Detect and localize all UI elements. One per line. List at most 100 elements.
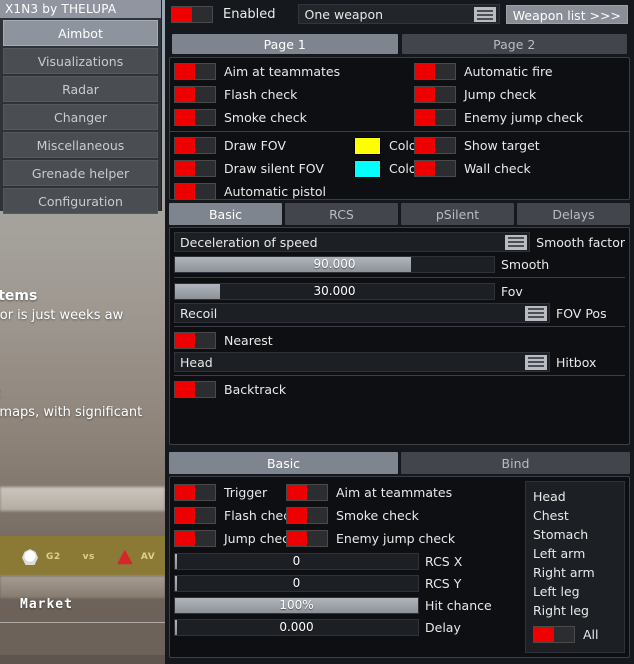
slider-delay[interactable]: 0.000 xyxy=(174,618,419,636)
checkbox-trigger-jump-check[interactable]: Jump check xyxy=(174,530,296,547)
checkbox-jump-check[interactable]: Jump check xyxy=(414,86,536,103)
sidebar-item-aimbot[interactable]: Aimbot xyxy=(3,20,158,46)
toggle-icon[interactable] xyxy=(286,507,328,524)
toggle-icon[interactable] xyxy=(414,160,456,177)
toggle-icon[interactable] xyxy=(174,484,216,501)
toggle-icon[interactable] xyxy=(174,160,216,177)
toggle-icon[interactable] xyxy=(414,137,456,154)
top-toolbar: Enabled One weapon Weapon list >>> xyxy=(165,0,634,28)
checkbox-automatic-fire[interactable]: Automatic fire xyxy=(414,63,553,80)
sidebar-item-grenade-helper[interactable]: Grenade helper xyxy=(3,160,158,186)
fov-pos-dropdown[interactable]: Recoil xyxy=(174,303,550,323)
slider-value: 0.000 xyxy=(279,620,314,634)
color-swatch[interactable] xyxy=(354,159,381,178)
checkbox-show-target[interactable]: Show target xyxy=(414,137,540,154)
checkbox-trigger-trigger[interactable]: Trigger xyxy=(174,484,286,501)
sidebar-item-configuration[interactable]: Configuration xyxy=(3,188,158,214)
sidebar-item-miscellaneous[interactable]: Miscellaneous xyxy=(3,132,158,158)
tab-label: Bind xyxy=(501,455,530,471)
checkbox-trigger-smoke-check[interactable]: Smoke check xyxy=(286,507,419,524)
color-swatch[interactable] xyxy=(354,136,381,155)
backtrack-toggle[interactable] xyxy=(174,380,216,398)
team-right-name: AV xyxy=(140,552,156,562)
checkbox-automatic-pistol[interactable]: Automatic pistol xyxy=(174,183,354,200)
toggle-icon[interactable] xyxy=(174,86,216,103)
hitbox-all-toggle[interactable] xyxy=(533,626,575,643)
enabled-toggle[interactable] xyxy=(171,5,213,23)
enabled-label: Enabled xyxy=(223,6,276,22)
tab-trigger-basic[interactable]: Basic xyxy=(169,452,398,474)
toggle-icon[interactable] xyxy=(414,63,456,80)
sidebar-item-label: Miscellaneous xyxy=(36,137,125,153)
hitbox-item-left-leg[interactable]: Left leg xyxy=(533,582,624,601)
smooth-factor-value: Deceleration of speed xyxy=(180,234,318,250)
checkbox-flash-check[interactable]: Flash check xyxy=(174,86,414,103)
tab-label: Page 1 xyxy=(263,36,306,52)
color-picker[interactable]: Color xyxy=(354,136,422,155)
hitbox-item-left-arm[interactable]: Left arm xyxy=(533,544,624,563)
tab-trigger-bind[interactable]: Bind xyxy=(401,452,630,474)
slider-row: 0 RCS X xyxy=(174,550,520,572)
toggle-icon[interactable] xyxy=(414,109,456,126)
checkbox-trigger-aim-at-teammates[interactable]: Aim at teammates xyxy=(286,484,452,501)
fov-slider[interactable]: 30.000 xyxy=(174,282,495,300)
tab-page-1[interactable]: Page 1 xyxy=(172,34,398,54)
checkbox-trigger-enemy-jump-check[interactable]: Enemy jump check xyxy=(286,530,455,547)
toggle-icon[interactable] xyxy=(286,530,328,547)
checkbox-row: Smoke check Enemy jump check xyxy=(174,106,625,129)
toggle-icon[interactable] xyxy=(174,183,216,200)
hamburger-icon xyxy=(505,234,528,250)
checkbox-aim-at-teammates[interactable]: Aim at teammates xyxy=(174,63,414,80)
divider xyxy=(170,131,629,132)
toggle-icon[interactable] xyxy=(174,109,216,126)
checkbox-label: Smoke check xyxy=(336,508,419,523)
hitbox-item-stomach[interactable]: Stomach xyxy=(533,525,624,544)
sidebar-item-changer[interactable]: Changer xyxy=(3,104,158,130)
color-picker[interactable]: Color xyxy=(354,159,422,178)
hitbox-dropdown[interactable]: Head xyxy=(174,352,550,372)
backtrack-checkbox[interactable]: Backtrack xyxy=(174,380,287,398)
tab-delays[interactable]: Delays xyxy=(517,203,630,225)
toggle-icon[interactable] xyxy=(174,63,216,80)
backtrack-label: Backtrack xyxy=(224,381,287,397)
toggle-icon[interactable] xyxy=(414,86,456,103)
checkbox-draw-silent-fov[interactable]: Draw silent FOV xyxy=(174,160,354,177)
slider-hit-chance[interactable]: 100% xyxy=(174,596,419,614)
toggle-icon[interactable] xyxy=(174,137,216,154)
checkbox-wall-check[interactable]: Wall check xyxy=(414,160,531,177)
weapon-list-button[interactable]: Weapon list >>> xyxy=(505,4,628,24)
sidebar-item-label: Configuration xyxy=(38,193,123,209)
checkbox-draw-fov[interactable]: Draw FOV xyxy=(174,137,354,154)
tab-psilent[interactable]: pSilent xyxy=(401,203,514,225)
slider-rcs-y[interactable]: 0 xyxy=(174,574,419,592)
nearest-toggle[interactable] xyxy=(174,331,216,349)
sidebar-item-radar[interactable]: Radar xyxy=(3,76,158,102)
sidebar-item-visualizations[interactable]: Visualizations xyxy=(3,48,158,74)
smooth-slider[interactable]: 90.000 xyxy=(174,255,495,273)
hitbox-item-right-leg[interactable]: Right leg xyxy=(533,601,624,620)
checkbox-enemy-jump-check[interactable]: Enemy jump check xyxy=(414,109,583,126)
slider-value: 100% xyxy=(279,598,314,612)
checkbox-trigger-flash-check[interactable]: Flash check xyxy=(174,507,297,524)
checkbox-row: Flash check Smoke check xyxy=(174,504,520,527)
divider xyxy=(174,277,625,278)
smooth-factor-dropdown[interactable]: Deceleration of speed xyxy=(174,232,531,252)
tab-rcs[interactable]: RCS xyxy=(285,203,398,225)
fov-label: Fov xyxy=(501,283,523,299)
slider-rcs-x[interactable]: 0 xyxy=(174,552,419,570)
sidebar-title: X1N3 by THELUPA xyxy=(0,0,161,18)
tab-page-2[interactable]: Page 2 xyxy=(401,34,627,54)
weapon-mode-dropdown[interactable]: One weapon xyxy=(297,4,500,24)
checkbox-smoke-check[interactable]: Smoke check xyxy=(174,109,414,126)
hitbox-all-checkbox[interactable]: All xyxy=(533,626,624,643)
toggle-icon[interactable] xyxy=(174,530,216,547)
toggle-icon[interactable] xyxy=(286,484,328,501)
tab-basic[interactable]: Basic xyxy=(169,203,282,225)
tab-label: pSilent xyxy=(435,206,480,222)
hitbox-item-head[interactable]: Head xyxy=(533,487,624,506)
trigger-tab-bar: Basic Bind xyxy=(169,452,630,474)
hitbox-item-right-arm[interactable]: Right arm xyxy=(533,563,624,582)
nearest-checkbox[interactable]: Nearest xyxy=(174,331,273,349)
hitbox-item-chest[interactable]: Chest xyxy=(533,506,624,525)
toggle-icon[interactable] xyxy=(174,507,216,524)
